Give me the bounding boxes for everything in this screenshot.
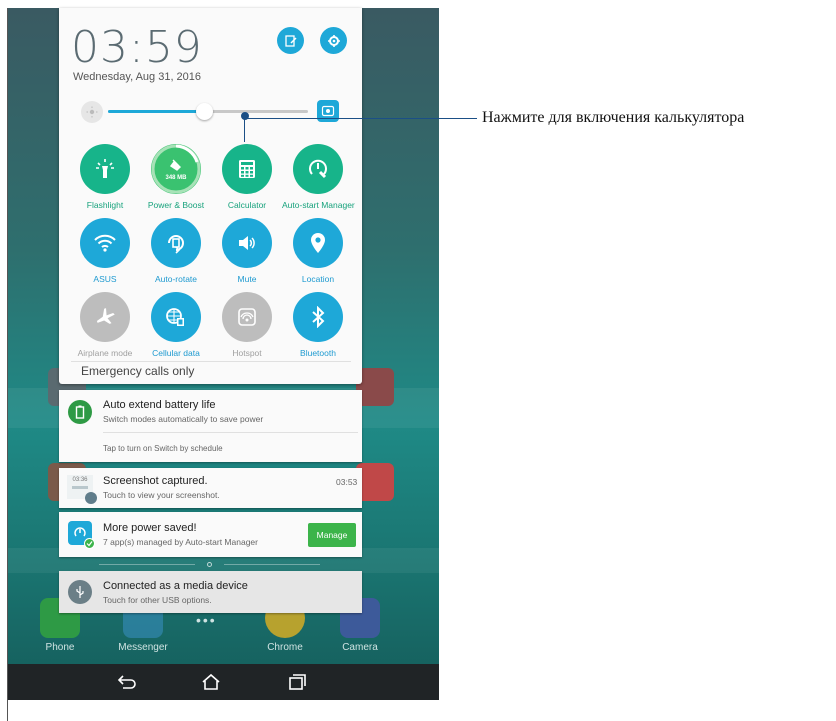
notification-usb[interactable]: Connected as a media device Touch for ot… xyxy=(59,571,362,613)
dock-label: Messenger xyxy=(118,642,168,653)
date: Wednesday, Aug 31, 2016 xyxy=(73,71,202,83)
clock: 03:59 xyxy=(71,22,203,73)
manage-button[interactable]: Manage xyxy=(308,523,356,547)
airplane-icon xyxy=(80,292,130,342)
divider xyxy=(71,361,351,362)
callout-line xyxy=(244,118,245,142)
flashlight-icon xyxy=(80,144,130,194)
tile-mute[interactable]: Mute xyxy=(211,218,283,284)
notification-screenshot[interactable]: 03:36 Screenshot captured. Touch to view… xyxy=(59,468,362,508)
tile-location[interactable]: Location xyxy=(282,218,354,284)
brightness-slider[interactable] xyxy=(108,103,308,120)
home-icon[interactable] xyxy=(199,672,223,692)
notification-subtitle: 7 app(s) managed by Auto-start Manager xyxy=(103,537,258,547)
notification-title: Screenshot captured. xyxy=(103,475,208,487)
edit-icon[interactable] xyxy=(277,27,304,54)
tile-label: Calculator xyxy=(227,200,267,210)
tile-label: Flashlight xyxy=(86,200,124,210)
tile-label: Bluetooth xyxy=(300,348,336,358)
brightness-slider-handle[interactable] xyxy=(196,103,213,120)
apps-drawer-icon[interactable]: ••• xyxy=(196,612,217,628)
rotate-icon xyxy=(151,218,201,268)
bluetooth-icon xyxy=(293,292,343,342)
dock-label: Phone xyxy=(45,642,75,653)
tile-label: Cellular data xyxy=(152,348,200,358)
speaker-icon xyxy=(222,218,272,268)
notification-title: Connected as a media device xyxy=(103,580,248,592)
tile-hotspot[interactable]: Hotspot xyxy=(211,292,283,358)
recent-apps-icon[interactable] xyxy=(285,672,309,692)
thumbnail-time: 03:36 xyxy=(72,477,88,483)
calculator-icon xyxy=(222,144,272,194)
tile-auto-rotate[interactable]: Auto-rotate xyxy=(140,218,212,284)
usb-icon xyxy=(68,580,92,604)
gear-icon[interactable] xyxy=(320,27,347,54)
back-icon[interactable] xyxy=(115,672,139,692)
tile-wifi[interactable]: ASUS xyxy=(69,218,141,284)
quick-settings-panel: 03:59 Wednesday, Aug 31, 2016 Flashlight xyxy=(59,8,362,384)
notification-subtitle: Touch for other USB options. xyxy=(103,595,212,605)
dock-label: Camera xyxy=(342,642,378,653)
tile-power-boost[interactable]: 348 MB Power & Boost xyxy=(140,144,212,210)
notification-title: More power saved! xyxy=(103,522,197,534)
location-icon xyxy=(293,218,343,268)
dock-label: Chrome xyxy=(267,642,303,653)
notification-subtitle: Touch to view your screenshot. xyxy=(103,490,220,500)
cellular-icon xyxy=(151,292,201,342)
notification-subtitle: Switch modes automatically to save power xyxy=(103,414,264,424)
hotspot-icon xyxy=(222,292,272,342)
emergency-calls-text: Emergency calls only xyxy=(81,364,195,378)
tile-bluetooth[interactable]: Bluetooth xyxy=(282,292,354,358)
tile-label: Hotspot xyxy=(232,348,262,358)
tile-label: Airplane mode xyxy=(77,348,133,358)
memory-badge: 348 MB xyxy=(165,174,187,181)
tile-label: Mute xyxy=(237,274,257,284)
tile-airplane-mode[interactable]: Airplane mode xyxy=(69,292,141,358)
check-badge-icon xyxy=(84,538,95,549)
battery-icon xyxy=(68,400,92,424)
tile-flashlight[interactable]: Flashlight xyxy=(69,144,141,210)
divider xyxy=(103,432,358,433)
bottom-bezel xyxy=(8,700,439,721)
tile-label: ASUS xyxy=(93,274,117,284)
tile-label: Location xyxy=(301,274,335,284)
notification-time: 03:53 xyxy=(336,477,358,487)
page-indicator xyxy=(59,562,362,568)
tile-label: Power & Boost xyxy=(147,200,205,210)
screenshot-small-icon xyxy=(85,492,97,504)
broom-icon: 348 MB xyxy=(151,144,201,194)
auto-start-icon xyxy=(293,144,343,194)
phone-screen: ••• Phone Messenger Chrome Camera 03:59 … xyxy=(7,8,439,721)
brightness-low-icon xyxy=(81,101,103,123)
notification-battery[interactable]: Auto extend battery life Switch modes au… xyxy=(59,390,362,462)
tile-auto-start-manager[interactable]: Auto-start Manager xyxy=(282,144,355,210)
callout-text: Нажмите для включения калькулятора xyxy=(482,109,745,126)
callout-line xyxy=(245,118,477,119)
wifi-icon xyxy=(80,218,130,268)
schedule-action-link[interactable]: Tap to turn on Switch by schedule xyxy=(103,444,223,453)
tile-label: Auto-start Manager xyxy=(282,200,355,210)
navigation-bar xyxy=(8,664,439,700)
notification-power-saved[interactable]: More power saved! 7 app(s) managed by Au… xyxy=(59,512,362,557)
tile-label: Auto-rotate xyxy=(154,274,198,284)
tile-cellular-data[interactable]: Cellular data xyxy=(140,292,212,358)
notification-title: Auto extend battery life xyxy=(103,399,216,411)
tile-calculator[interactable]: Calculator xyxy=(211,144,283,210)
